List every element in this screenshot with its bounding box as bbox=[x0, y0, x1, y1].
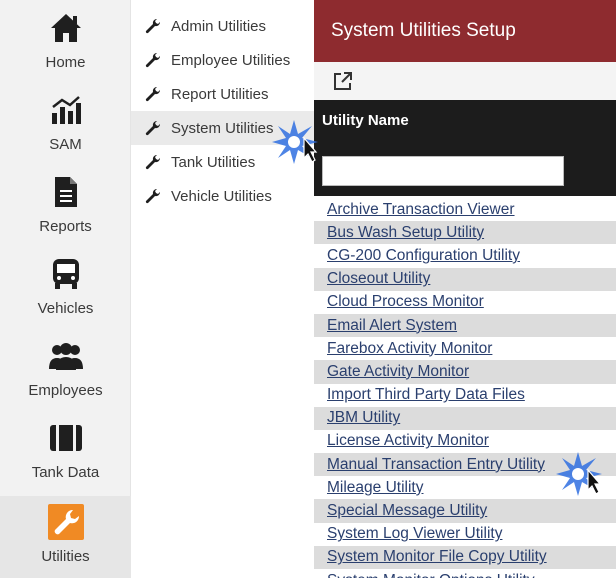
submenu-admin-utilities[interactable]: Admin Utilities bbox=[131, 9, 314, 43]
submenu-item-label: Admin Utilities bbox=[171, 17, 267, 35]
main-sidebar: Home SAM Reports Vehicles Employees Tank… bbox=[0, 0, 131, 578]
table-row: Closeout Utility bbox=[314, 267, 616, 291]
utility-link[interactable]: System Monitor Options Utility bbox=[327, 572, 535, 578]
nav-vehicles-label: Vehicles bbox=[37, 300, 94, 317]
nav-utilities-label: Utilities bbox=[41, 548, 90, 565]
utility-link[interactable]: Closeout Utility bbox=[327, 270, 430, 288]
table-row: Special Message Utility bbox=[314, 499, 616, 523]
wrench-icon bbox=[47, 504, 84, 540]
nav-tank-data[interactable]: Tank Data bbox=[0, 412, 131, 494]
utility-link[interactable]: Gate Activity Monitor bbox=[327, 363, 469, 381]
submenu-item-label: System Utilities bbox=[171, 119, 274, 137]
submenu-vehicle-utilities[interactable]: Vehicle Utilities bbox=[131, 179, 314, 213]
table-row: License Activity Monitor bbox=[314, 429, 616, 454]
wrench-icon bbox=[145, 52, 161, 68]
submenu-employee-utilities[interactable]: Employee Utilities bbox=[131, 43, 314, 77]
external-link-icon[interactable] bbox=[332, 70, 354, 92]
utilities-submenu: Admin Utilities Employee Utilities Repor… bbox=[131, 0, 314, 578]
submenu-item-label: Report Utilities bbox=[171, 85, 269, 103]
column-header-utility-name[interactable]: Utility Name bbox=[322, 112, 409, 129]
table-row: Email Alert System bbox=[314, 313, 616, 338]
submenu-tank-utilities[interactable]: Tank Utilities bbox=[131, 145, 314, 179]
table-row: Bus Wash Setup Utility bbox=[314, 221, 616, 245]
nav-vehicles[interactable]: Vehicles bbox=[0, 248, 131, 330]
submenu-item-label: Employee Utilities bbox=[171, 51, 291, 69]
wrench-icon bbox=[145, 188, 161, 204]
wrench-icon bbox=[145, 18, 161, 34]
utility-link[interactable]: System Monitor File Copy Utility bbox=[327, 548, 547, 566]
bus-icon bbox=[48, 256, 84, 292]
table-row: Import Third Party Data Files bbox=[314, 383, 616, 407]
wrench-icon bbox=[145, 120, 161, 136]
submenu-item-label: Tank Utilities bbox=[171, 153, 256, 171]
people-icon bbox=[48, 338, 84, 374]
nav-home-label: Home bbox=[45, 54, 86, 71]
table-row: System Monitor Options Utility bbox=[314, 569, 616, 578]
nav-sam-label: SAM bbox=[49, 136, 82, 153]
table-row: System Monitor File Copy Utility bbox=[314, 545, 616, 569]
document-icon bbox=[48, 174, 84, 210]
chart-icon bbox=[48, 92, 84, 128]
grid-header: Utility Name bbox=[314, 100, 616, 196]
home-icon bbox=[48, 10, 84, 46]
page-title: System Utilities Setup bbox=[314, 0, 616, 62]
utility-name-filter-input[interactable] bbox=[322, 156, 564, 186]
utility-link[interactable]: Cloud Process Monitor bbox=[327, 293, 484, 311]
submenu-report-utilities[interactable]: Report Utilities bbox=[131, 77, 314, 111]
nav-reports[interactable]: Reports bbox=[0, 166, 131, 248]
table-row: Archive Transaction Viewer bbox=[314, 198, 616, 222]
utility-link[interactable]: Special Message Utility bbox=[327, 502, 487, 520]
wrench-icon bbox=[145, 86, 161, 102]
nav-tank-data-label: Tank Data bbox=[31, 464, 100, 481]
utility-link[interactable]: Archive Transaction Viewer bbox=[327, 201, 515, 219]
main-panel: System Utilities Setup Utility Name Arch… bbox=[314, 0, 616, 578]
table-row: CG-200 Configuration Utility bbox=[314, 244, 616, 268]
table-row: JBM Utility bbox=[314, 406, 616, 430]
utility-link[interactable]: Farebox Activity Monitor bbox=[327, 340, 492, 358]
utility-link[interactable]: Bus Wash Setup Utility bbox=[327, 224, 484, 242]
submenu-system-utilities[interactable]: System Utilities bbox=[131, 111, 314, 145]
utility-link[interactable]: License Activity Monitor bbox=[327, 432, 489, 450]
utility-link[interactable]: CG-200 Configuration Utility bbox=[327, 247, 520, 265]
utility-link[interactable]: Mileage Utility bbox=[327, 479, 423, 497]
toolbar bbox=[314, 62, 616, 100]
table-row: Gate Activity Monitor bbox=[314, 360, 616, 384]
nav-utilities[interactable]: Utilities bbox=[0, 496, 131, 578]
utility-link[interactable]: Manual Transaction Entry Utility bbox=[327, 456, 545, 474]
table-row: Mileage Utility bbox=[314, 476, 616, 500]
table-row: Manual Transaction Entry Utility bbox=[314, 453, 616, 477]
nav-reports-label: Reports bbox=[39, 218, 92, 235]
utility-list: Archive Transaction Viewer Bus Wash Setup… bbox=[314, 198, 616, 578]
nav-employees[interactable]: Employees bbox=[0, 330, 131, 412]
wrench-icon bbox=[145, 154, 161, 170]
utility-link[interactable]: System Log Viewer Utility bbox=[327, 525, 502, 543]
table-row: Farebox Activity Monitor bbox=[314, 337, 616, 361]
table-row: Cloud Process Monitor bbox=[314, 290, 616, 314]
submenu-item-label: Vehicle Utilities bbox=[171, 187, 272, 205]
table-row: System Log Viewer Utility bbox=[314, 522, 616, 546]
utility-link[interactable]: JBM Utility bbox=[327, 409, 400, 427]
utility-link[interactable]: Email Alert System bbox=[327, 317, 457, 335]
tank-icon bbox=[48, 420, 84, 456]
nav-sam[interactable]: SAM bbox=[0, 84, 131, 166]
nav-home[interactable]: Home bbox=[0, 2, 131, 84]
utility-link[interactable]: Import Third Party Data Files bbox=[327, 386, 525, 404]
nav-employees-label: Employees bbox=[28, 382, 103, 399]
